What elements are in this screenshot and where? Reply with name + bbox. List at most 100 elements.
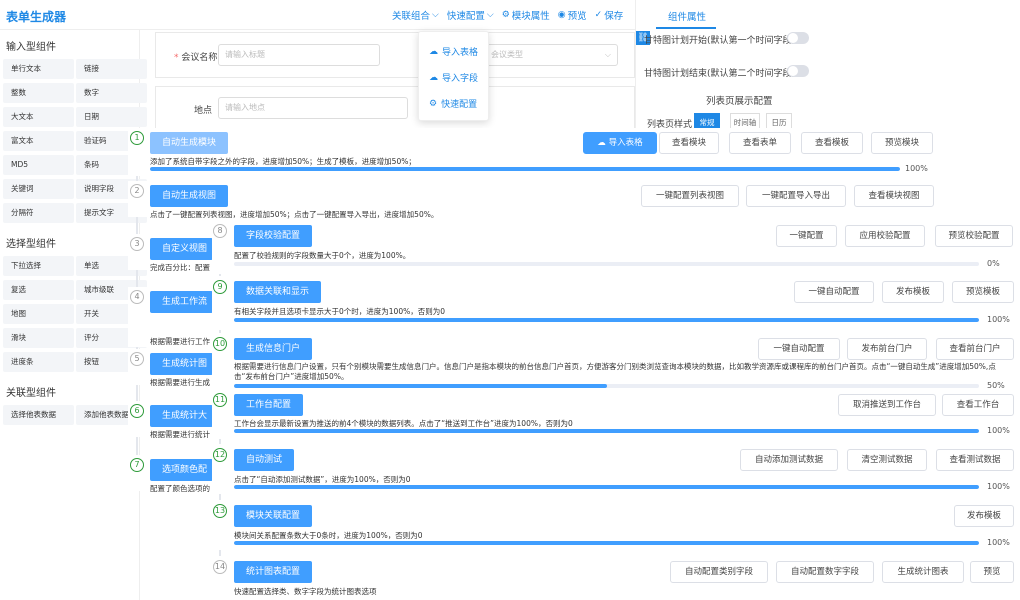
step-action-button[interactable]: 自动配置类别字段 [670,561,768,583]
component-item[interactable]: 大文本 [3,107,74,127]
cloud-upload-icon: ☁ [429,46,438,57]
dropdown-item-import-field[interactable]: ☁ 导入字段 [429,71,478,85]
component-item[interactable]: 数字 [76,83,147,103]
step-description: 完成百分比：配置 [150,263,210,272]
step-action-button[interactable]: 一键自动配置 [758,338,840,360]
select-components: 下拉选择 单选 复选 城市级联 地图 开关 滑块 评分 进度条 按钮 [0,256,147,372]
component-item[interactable]: 进度条 [3,352,74,372]
step-title-button[interactable]: 自动生成模块 [150,132,229,154]
step-action-button[interactable]: 一键自动配置 [794,281,874,303]
component-item[interactable]: 下拉选择 [3,256,74,276]
step-action-button[interactable]: 发布前台门户 [847,338,927,360]
step-action-button[interactable]: 一键配置 [776,225,837,247]
step-title-button[interactable]: 字段校验配置 [234,225,313,247]
save-label: 保存 [604,11,624,22]
quick-config-menu[interactable]: 快速配置 ⌵ [447,8,494,22]
progress-bar [234,318,979,322]
step-action-button[interactable]: 清空测试数据 [847,449,927,471]
chevron-down-icon: ⌵ [432,10,439,20]
component-item[interactable]: 地图 [3,304,74,324]
step-title-button[interactable]: 自动测试 [234,449,295,471]
step-title-button[interactable]: 生成统计大 [150,405,213,427]
step-action-button[interactable]: 查看表单 [729,132,791,154]
component-item[interactable]: 富文本 [3,131,74,151]
step-number-badge: 4 [130,290,144,304]
gantt-start-switch[interactable] [787,32,809,44]
step-title-button[interactable]: 生成统计图 [150,353,213,375]
step-action-button[interactable]: 取消推送到工作台 [838,394,936,416]
step-action-button[interactable]: 发布模板 [954,505,1014,527]
meeting-label: * 会议名称 [174,53,218,63]
step-title-button[interactable]: 自动生成视图 [150,185,229,207]
step-action-button[interactable]: 查看测试数据 [936,449,1014,471]
step-title-button[interactable]: 数据关联和显示 [234,281,322,303]
step-action-button[interactable]: 查看模板 [801,132,863,154]
dropdown-item-quick-config[interactable]: ⚙ 快速配置 [429,97,477,111]
relation-menu[interactable]: 关联组合 ⌵ [392,8,439,22]
step-action-button[interactable]: 自动配置数字字段 [776,561,874,583]
tab-component-props[interactable]: 组件属性 [668,9,706,23]
chevron-down-icon: ⌵ [486,10,494,20]
step-title-button[interactable]: 自定义视图 [150,238,213,260]
component-item[interactable]: 日期 [76,107,147,127]
component-item[interactable]: 关键词 [3,179,74,199]
module-props-button[interactable]: ⚙ 模块属性 [502,8,550,22]
preview-button[interactable]: ◉ 预览 [558,8,587,22]
progress-fill [234,384,607,388]
progress-fill [234,429,979,433]
step-action-button[interactable]: 查看工作台 [942,394,1014,416]
component-item[interactable]: 滑块 [3,328,74,348]
meeting-input[interactable]: 请输入标题 [218,44,380,66]
step-description: 有相关字段并且选项卡显示大于0个时，进度为100%，否则为0 [234,307,445,316]
step-action-button[interactable]: 预览 [970,561,1014,583]
step-title-button[interactable]: 生成工作流 [150,291,213,313]
step-description: 点击了“自动添加测试数据”，进度为100%，否则为0 [234,475,411,484]
progress-bar [234,262,979,266]
step-action-button[interactable]: 预览模块 [871,132,933,154]
progress-fill [234,485,979,489]
progress-percent: 100% [987,538,1010,547]
component-item[interactable]: 分隔符 [3,203,74,223]
step-action-button[interactable]: 一键配置导入导出 [746,185,846,207]
step-number-badge: 5 [130,352,144,366]
step-description: 根据需要进行统计 [150,430,210,439]
step-action-button[interactable]: ☁ 导入表格 [583,132,657,154]
quick-config-label: 快速配置 [446,11,485,22]
step-action-button[interactable]: 发布模板 [882,281,944,303]
meeting-type-placeholder: 会议类型 [491,50,523,59]
component-item[interactable]: 整数 [3,83,74,103]
component-item[interactable]: 单行文本 [3,59,74,79]
step-number-badge: 10 [213,337,227,351]
step-action-button[interactable]: 应用校验配置 [845,225,925,247]
step-action-button[interactable]: 自动添加测试数据 [740,449,838,471]
component-item[interactable]: MD5 [3,155,74,175]
step-action-button[interactable]: 查看模块视图 [854,185,934,207]
header: 表单生成器 关联组合 ⌵ 快速配置 ⌵ ⚙ 模块属性 ◉ 预览 ✓ 保存 [0,0,635,30]
gantt-end-switch[interactable] [787,65,809,77]
step-action-button[interactable]: 查看模块 [659,132,719,154]
save-button[interactable]: ✓ 保存 [595,8,624,22]
step-number-badge: 8 [213,224,227,238]
step-title-button[interactable]: 生成信息门户 [234,338,313,360]
step-title-button[interactable]: 模块关联配置 [234,505,313,527]
progress-percent: 100% [987,482,1010,491]
step-title-button[interactable]: 选项颜色配 [150,459,213,481]
step-action-button[interactable]: 生成统计图表 [882,561,964,583]
step-description: 点击了一键配置列表视图，进度增加50%；点击了一键配置导入导出，进度增加50%。 [150,210,439,219]
progress-bar [234,384,979,388]
step-action-button[interactable]: 预览模板 [952,281,1014,303]
progress-percent: 100% [987,315,1010,324]
step-description: 配置了校验规则的字段数量大于0个，进度为100%。 [234,251,411,260]
meeting-label-text: 会议名称 [181,53,218,63]
component-item[interactable]: 复选 [3,280,74,300]
step-title-button[interactable]: 工作台配置 [234,394,304,416]
step-action-button[interactable]: 预览校验配置 [935,225,1013,247]
step-action-button[interactable]: 查看前台门户 [936,338,1014,360]
component-item[interactable]: 选择他表数据 [3,405,74,425]
step-description: 工作台会显示最新设置为推送的前4个模块的数据列表。点击了“推送到工作台”进度为1… [234,419,573,428]
step-title-button[interactable]: 统计图表配置 [234,561,313,583]
place-input[interactable]: 请输入地点 [218,97,408,119]
dropdown-item-import-table[interactable]: ☁ 导入表格 [429,45,478,59]
component-item[interactable]: 链接 [76,59,147,79]
step-action-button[interactable]: 一键配置列表视图 [641,185,739,207]
